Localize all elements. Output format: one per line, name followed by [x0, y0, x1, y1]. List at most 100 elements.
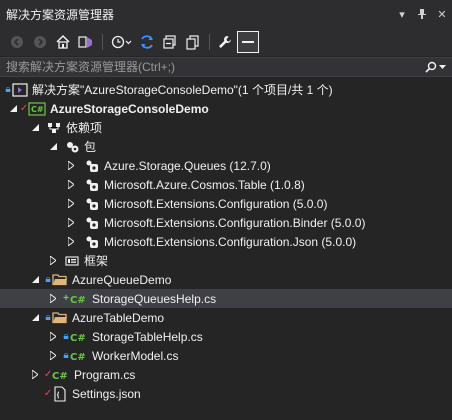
search-input[interactable]: [0, 58, 422, 76]
collapsed-arrow-icon[interactable]: [48, 332, 58, 342]
tree-node-file-storage-table-help[interactable]: 🔒︎ C# StorageTableHelp.cs: [0, 327, 452, 346]
file-label: WorkerModel.cs: [92, 348, 179, 363]
switch-views-button[interactable]: [75, 31, 97, 53]
forward-button[interactable]: [29, 31, 51, 53]
pending-changes-filter-button[interactable]: [107, 31, 135, 53]
package-icon: [64, 139, 80, 155]
frameworks-label: 框架: [84, 254, 109, 268]
tree-node-project[interactable]: ✓ C# AzureStorageConsoleDemo: [0, 99, 452, 118]
pin-icon: [418, 9, 426, 19]
folder-label: AzureTableDemo: [72, 310, 165, 325]
back-button[interactable]: [6, 31, 28, 53]
expanded-arrow-icon[interactable]: [8, 104, 18, 114]
source-control-lock-icon: 🔒︎: [45, 274, 51, 285]
package-label: Microsoft.Extensions.Configuration.Json …: [104, 234, 357, 249]
expanded-arrow-icon[interactable]: [30, 123, 40, 133]
file-label: StorageTableHelp.cs: [92, 329, 203, 344]
chevron-down-icon: [439, 64, 446, 69]
solution-icon: [12, 82, 28, 98]
search-icon: [425, 61, 437, 73]
pin-button[interactable]: [412, 4, 432, 24]
dependencies-icon: [46, 120, 62, 136]
tree-node-file-program[interactable]: ✓ C# Program.cs: [0, 365, 452, 384]
svg-text:C#: C#: [70, 295, 86, 305]
collapsed-arrow-icon[interactable]: [30, 370, 40, 380]
collapsed-arrow-icon[interactable]: [66, 180, 76, 190]
packages-label: 包: [84, 140, 97, 154]
collapsed-arrow-icon[interactable]: [66, 237, 76, 247]
home-icon: [56, 34, 70, 49]
collapse-all-button[interactable]: [159, 31, 181, 53]
json-file-icon: [52, 385, 68, 402]
tree-node-package-item[interactable]: Microsoft.Extensions.Configuration.Json …: [0, 232, 452, 251]
collapsed-arrow-icon[interactable]: [48, 256, 58, 266]
toolbar-separator: [102, 34, 103, 50]
solution-label: 解决方案"AzureStorageConsoleDemo"(1 个项目/共 1 …: [32, 83, 333, 97]
collapsed-arrow-icon[interactable]: [66, 161, 76, 171]
show-all-files-icon: [186, 35, 199, 50]
package-label: Microsoft.Extensions.Configuration.Binde…: [104, 215, 366, 230]
csharp-project-icon: C#: [28, 101, 46, 117]
wrench-icon: [219, 36, 231, 48]
tree-node-package-item[interactable]: Microsoft.Azure.Cosmos.Table (1.0.8): [0, 175, 452, 194]
svg-text:C#: C#: [70, 352, 86, 362]
framework-icon: [64, 253, 80, 269]
folder-label: AzureQueueDemo: [72, 272, 172, 287]
solution-explorer-toolbar: [0, 28, 452, 56]
svg-text:C#: C#: [31, 105, 44, 114]
project-label: AzureStorageConsoleDemo: [50, 101, 209, 116]
package-label: Microsoft.Extensions.Configuration (5.0.…: [104, 196, 328, 211]
svg-text:C#: C#: [52, 371, 68, 381]
visual-studio-icon: [78, 36, 92, 48]
sync-button[interactable]: [136, 31, 158, 53]
panel-title-bar: 解决方案资源管理器 ▾ ✕: [0, 0, 452, 28]
tree-node-file-worker-model[interactable]: 🔒︎ C# WorkerModel.cs: [0, 346, 452, 365]
csharp-file-icon: C#: [70, 329, 88, 345]
collapsed-arrow-icon[interactable]: [48, 351, 58, 361]
folder-open-icon: [52, 310, 68, 326]
tree-node-folder-azure-queue-demo[interactable]: 🔒︎ AzureQueueDemo: [0, 270, 452, 289]
tree-node-dependencies[interactable]: 依赖项: [0, 118, 452, 137]
nuget-package-icon: [84, 177, 100, 193]
file-label: Settings.json: [72, 386, 141, 401]
home-button[interactable]: [52, 31, 74, 53]
tree-node-frameworks[interactable]: 框架: [0, 251, 452, 270]
collapsed-arrow-icon[interactable]: [66, 199, 76, 209]
package-label: Azure.Storage.Queues (12.7.0): [104, 158, 271, 173]
folder-open-icon: [52, 272, 68, 288]
source-control-check-icon: ✓: [43, 369, 53, 380]
collapsed-arrow-icon[interactable]: [66, 218, 76, 228]
nuget-package-icon: [84, 215, 100, 231]
dependencies-label: 依赖项: [66, 121, 103, 135]
tree-node-file-storage-queues-help[interactable]: + C# StorageQueuesHelp.cs: [0, 289, 452, 308]
preview-selected-items-button[interactable]: [237, 31, 259, 53]
source-control-lock-icon: 🔒︎: [63, 331, 69, 342]
expanded-arrow-icon[interactable]: [30, 275, 40, 285]
collapsed-arrow-icon[interactable]: [48, 294, 58, 304]
properties-button[interactable]: [214, 31, 236, 53]
svg-text:C#: C#: [70, 333, 86, 343]
nuget-package-icon: [84, 234, 100, 250]
show-all-files-button[interactable]: [182, 31, 204, 53]
collapse-all-icon: [163, 35, 176, 49]
panel-dropdown-button[interactable]: ▾: [392, 4, 412, 24]
tree-node-package-item[interactable]: Microsoft.Extensions.Configuration.Binde…: [0, 213, 452, 232]
expanded-arrow-icon[interactable]: [48, 142, 58, 152]
source-control-lock-icon: 🔒︎: [45, 312, 51, 323]
tree-node-package-item[interactable]: Azure.Storage.Queues (12.7.0): [0, 156, 452, 175]
close-button[interactable]: ✕: [432, 4, 452, 24]
source-control-check-icon: ✓: [43, 388, 53, 399]
history-clock-icon: [111, 35, 132, 49]
search-options[interactable]: [422, 61, 452, 73]
source-control-add-icon: +: [63, 293, 69, 304]
tree-node-packages[interactable]: 包: [0, 137, 452, 156]
tree-node-file-settings[interactable]: ✓ Settings.json: [0, 384, 452, 403]
tree-node-folder-azure-table-demo[interactable]: 🔒︎ AzureTableDemo: [0, 308, 452, 327]
file-label: Program.cs: [74, 367, 136, 382]
forward-icon: [34, 36, 46, 48]
back-icon: [11, 36, 23, 48]
panel-title: 解决方案资源管理器: [6, 7, 115, 22]
expanded-arrow-icon[interactable]: [30, 313, 40, 323]
tree-node-solution[interactable]: 🔒︎ 解决方案"AzureStorageConsoleDemo"(1 个项目/共…: [0, 80, 452, 99]
tree-node-package-item[interactable]: Microsoft.Extensions.Configuration (5.0.…: [0, 194, 452, 213]
